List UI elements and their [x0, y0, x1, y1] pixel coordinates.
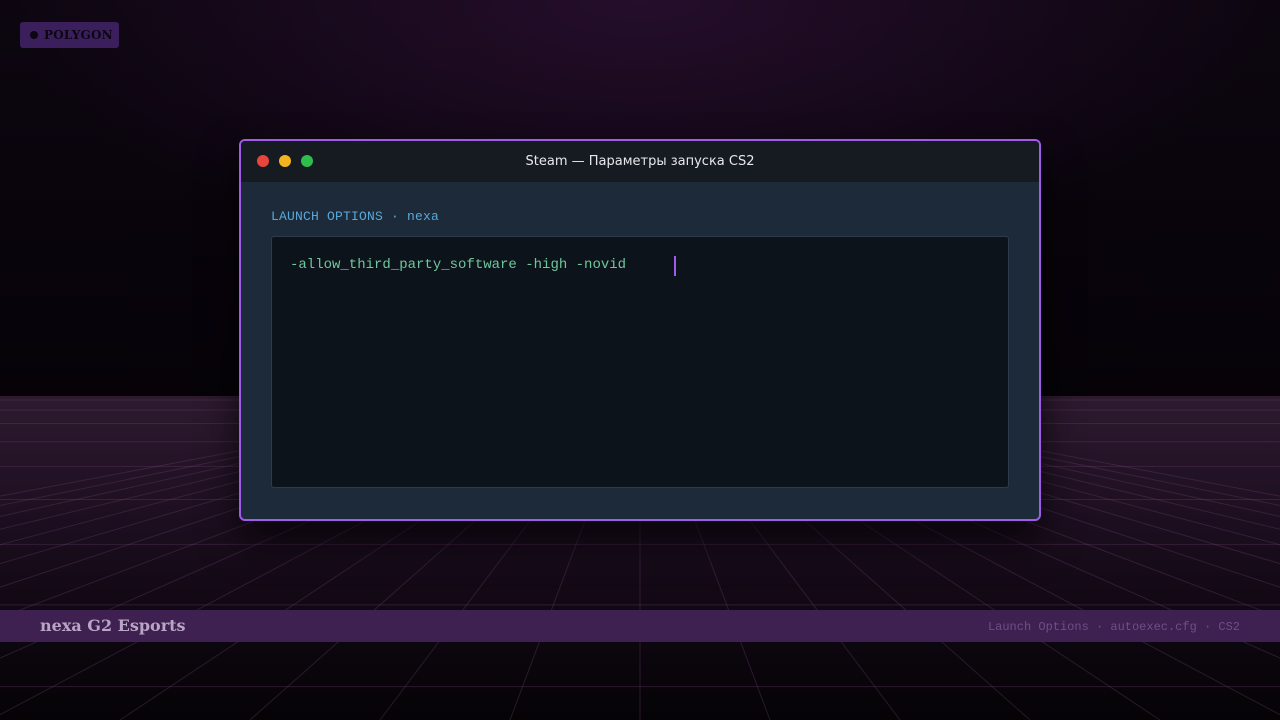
polygon-logo: POLYGON	[20, 22, 119, 48]
banner-title: nexa G2 Esports	[40, 616, 186, 635]
text-caret	[674, 256, 676, 276]
launch-options-input[interactable]: -allow_third_party_software -high -novid	[271, 236, 1009, 488]
bottom-banner: nexa G2 Esports Launch Options · autoexe…	[0, 610, 1280, 642]
window-titlebar[interactable]: Steam — Параметры запуска CS2	[241, 141, 1039, 182]
logo-text: POLYGON	[44, 28, 113, 42]
banner-subtitle: Launch Options · autoexec.cfg · CS2	[987, 620, 1240, 634]
logo-dot-icon	[30, 31, 38, 39]
minimize-dot-icon[interactable]	[279, 155, 291, 167]
window-controls	[257, 155, 313, 167]
window-title: Steam — Параметры запуска CS2	[525, 154, 755, 169]
maximize-dot-icon[interactable]	[301, 155, 313, 167]
launch-options-window: Steam — Параметры запуска CS2 LAUNCH OPT…	[239, 139, 1041, 521]
close-dot-icon[interactable]	[257, 155, 269, 167]
launch-options-value: -allow_third_party_software -high -novid	[290, 257, 627, 273]
launch-options-label: LAUNCH OPTIONS · nexa	[271, 209, 440, 224]
